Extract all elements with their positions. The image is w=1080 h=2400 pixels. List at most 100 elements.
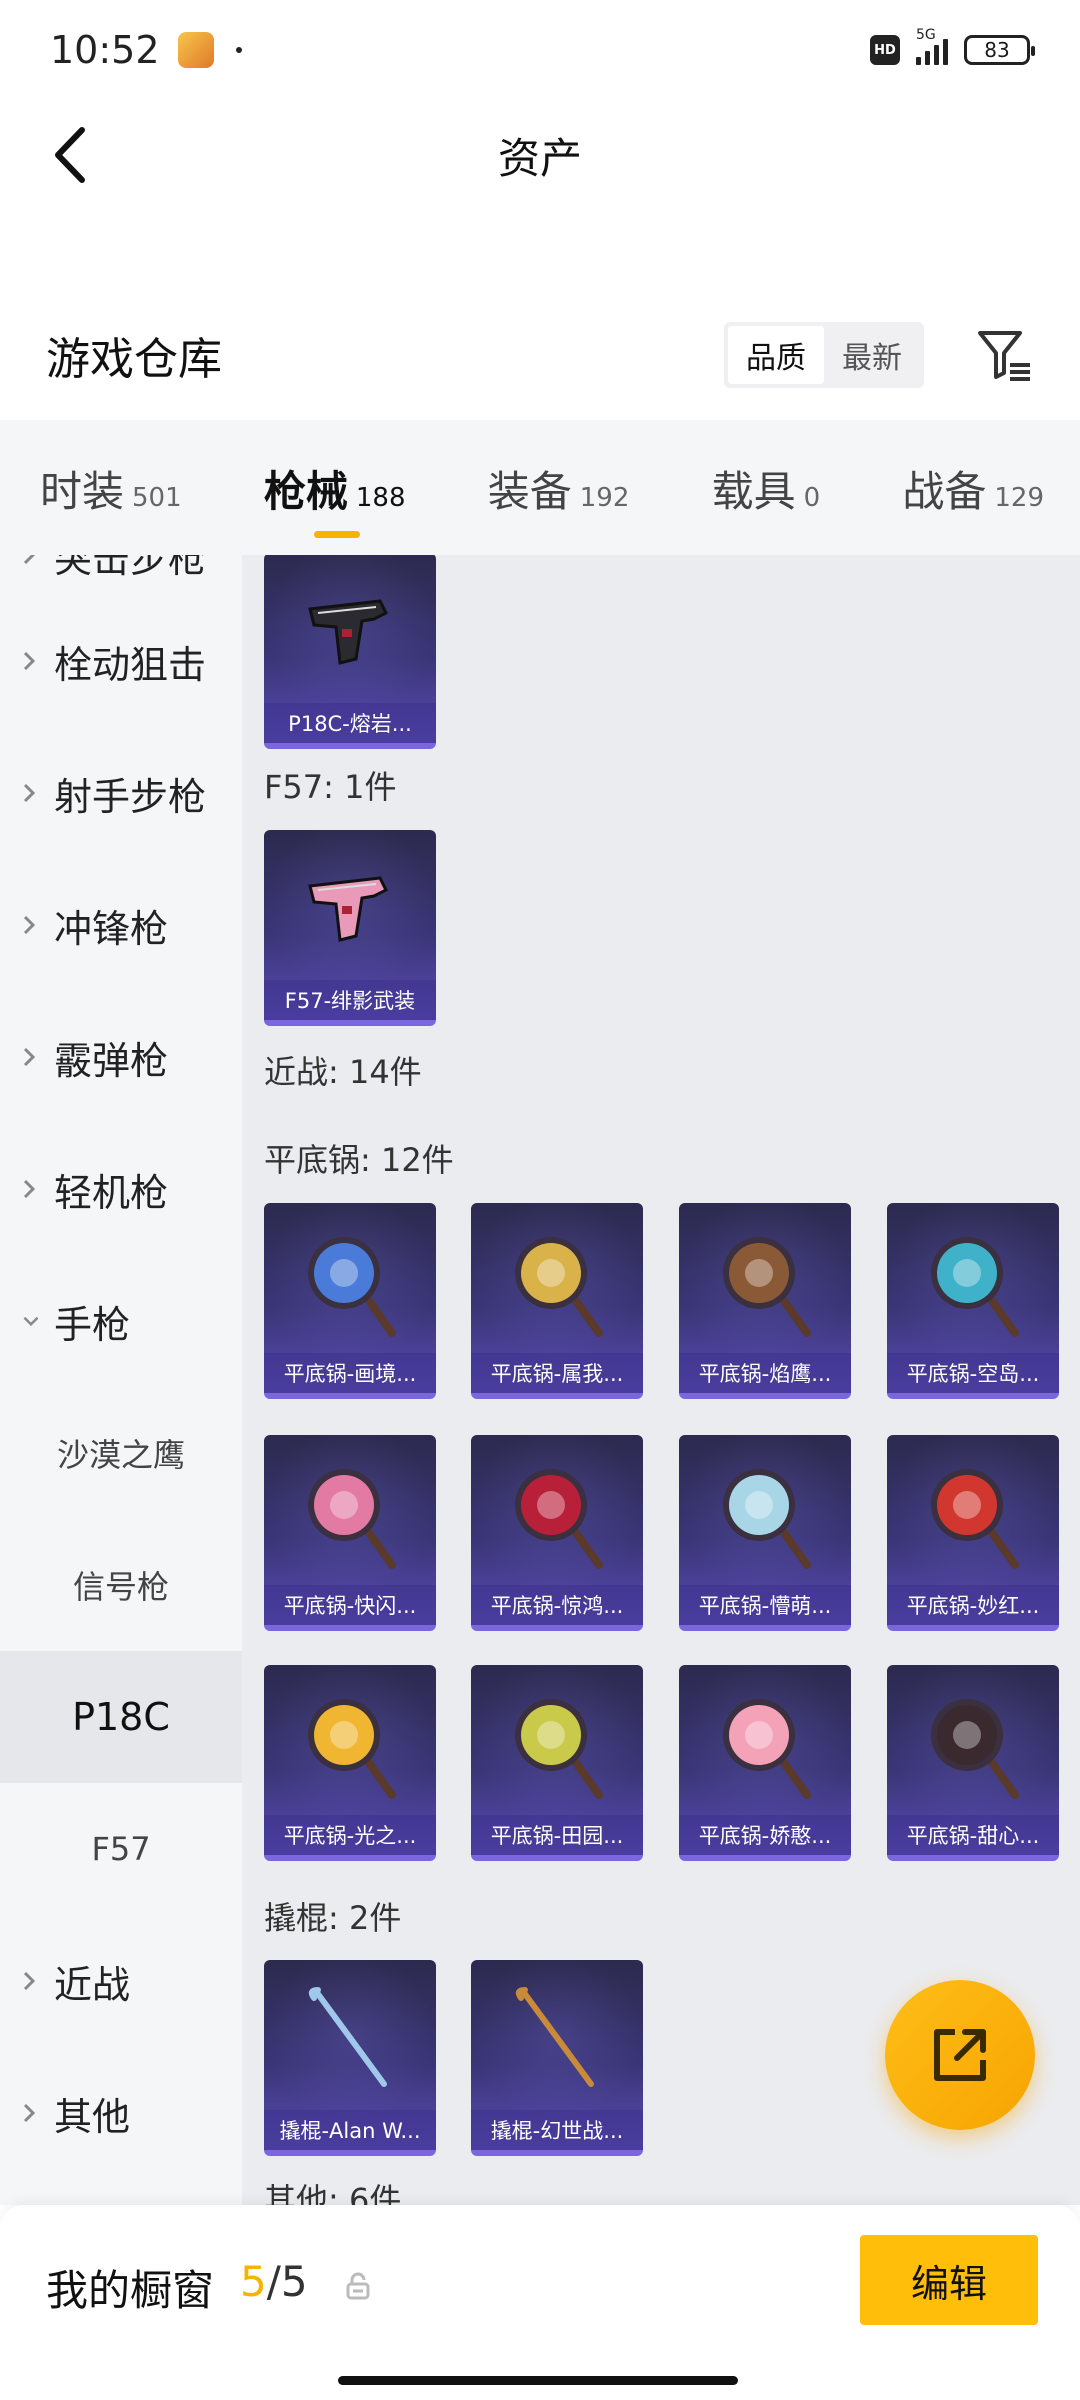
item-card[interactable]: 平底锅-惊鸿...	[471, 1435, 643, 1631]
sidebar-item-marksman-rifle[interactable]: 射手步枪	[0, 727, 242, 859]
sidebar-item-label: 栓动狙击	[54, 642, 207, 687]
pan-icon	[923, 1461, 1023, 1571]
pan-icon	[923, 1229, 1023, 1339]
sort-latest-button[interactable]: 最新	[824, 326, 920, 384]
item-card-label: 平底锅-娇憨...	[679, 1815, 851, 1855]
sort-quality-button[interactable]: 品质	[728, 326, 824, 384]
item-card-label: 平底锅-属我...	[471, 1353, 643, 1393]
chevron-right-icon	[22, 2102, 40, 2124]
tab-equipment[interactable]: 装备 192	[488, 458, 630, 518]
item-card[interactable]: 平底锅-甜心...	[887, 1665, 1059, 1861]
sidebar-item-smg[interactable]: 冲锋枪	[0, 859, 242, 991]
chevron-right-icon	[22, 1178, 40, 1200]
showcase-separator: /	[266, 2257, 281, 2306]
group-label: F57: 1件	[264, 768, 397, 806]
sidebar-item-label: P18C	[72, 1695, 170, 1739]
showcase-bar: 我的橱窗 5/5 编辑	[0, 2205, 1080, 2400]
sidebar-item-label: 射手步枪	[54, 774, 207, 819]
sidebar-item-bolt-sniper[interactable]: 栓动狙击	[0, 595, 242, 727]
status-time: 10:52	[50, 28, 160, 72]
notification-dot-icon	[235, 47, 242, 53]
tab-label: 载具	[711, 466, 796, 516]
chevron-right-icon	[22, 555, 40, 566]
chevron-down-icon	[22, 1314, 40, 1328]
item-card-label: 平底锅-空岛...	[887, 1353, 1059, 1393]
item-card[interactable]: 平底锅-快闪...	[264, 1435, 436, 1631]
tab-count: 0	[803, 482, 821, 513]
crowbar-icon	[507, 1986, 607, 2096]
chevron-right-icon	[22, 782, 40, 804]
item-card[interactable]: 平底锅-田园...	[471, 1665, 643, 1861]
tab-fashion[interactable]: 时装 501	[40, 458, 182, 518]
tab-count: 501	[132, 482, 182, 513]
tab-supplies[interactable]: 战备 129	[902, 458, 1044, 518]
weapon-category-sidebar: 突击步枪 栓动狙击 射手步枪 冲锋枪 霰弹枪 轻机枪 手枪 沙漠之鹰 信号枪 P…	[0, 555, 242, 2205]
status-bar: 10:52 HD 5G 83	[0, 0, 1080, 100]
edit-button[interactable]: 编辑	[860, 2235, 1038, 2325]
item-card[interactable]: 平底锅-娇憨...	[679, 1665, 851, 1861]
tab-count: 188	[355, 482, 406, 513]
item-card[interactable]: F57-绯影武装	[264, 830, 436, 1026]
item-card[interactable]: 撬棍-幻世战...	[471, 1960, 643, 2156]
crowbar-icon	[300, 1986, 400, 2096]
tab-label: 装备	[487, 466, 572, 516]
pistol-icon	[300, 579, 400, 689]
sidebar-subitem-f57[interactable]: F57	[0, 1783, 242, 1915]
item-card[interactable]: 平底锅-属我...	[471, 1203, 643, 1399]
item-card-label: 撬棍-Alan W...	[264, 2110, 436, 2150]
group-label: 其他: 6件	[264, 2181, 402, 2205]
sidebar-item-label: 突击步枪	[54, 555, 207, 581]
showcase-total: 5	[280, 2257, 308, 2306]
item-grid-area: P18C-熔岩... F57: 1件 F57-绯影武装 近战: 14件 平底锅: 12件…	[242, 555, 1080, 2205]
tab-vehicles[interactable]: 载具 0	[712, 458, 821, 518]
sidebar-item-other[interactable]: 其他	[0, 2047, 242, 2179]
section-title: 游戏仓库	[46, 334, 222, 385]
sidebar-item-pistol[interactable]: 手枪	[0, 1255, 242, 1387]
item-card[interactable]: 平底锅-光之...	[264, 1665, 436, 1861]
item-card[interactable]: 平底锅-画境...	[264, 1203, 436, 1399]
tab-label: 枪械	[263, 466, 348, 516]
share-icon	[934, 2029, 986, 2081]
pan-icon	[300, 1461, 400, 1571]
sidebar-item-shotgun[interactable]: 霰弹枪	[0, 991, 242, 1123]
sidebar-subitem-flare-gun[interactable]: 信号枪	[0, 1519, 242, 1651]
item-card[interactable]: 平底锅-空岛...	[887, 1203, 1059, 1399]
item-card-label: 平底锅-快闪...	[264, 1585, 436, 1625]
pan-icon	[507, 1461, 607, 1571]
pan-icon	[300, 1691, 400, 1801]
item-card[interactable]: 平底锅-焰鹰...	[679, 1203, 851, 1399]
item-card-label: 平底锅-甜心...	[887, 1815, 1059, 1855]
item-card[interactable]: 平底锅-妙红...	[887, 1435, 1059, 1631]
sidebar-item-label: 沙漠之鹰	[56, 1436, 185, 1474]
sidebar-item-melee[interactable]: 近战	[0, 1915, 242, 2047]
sidebar-subitem-p18c[interactable]: P18C	[0, 1651, 242, 1783]
sidebar-item-label: 信号枪	[72, 1568, 169, 1606]
back-button[interactable]	[40, 122, 100, 188]
home-indicator[interactable]	[338, 2376, 738, 2385]
item-card[interactable]: P18C-熔岩...	[264, 555, 436, 749]
chevron-right-icon	[22, 1970, 40, 1992]
pistol-icon	[300, 856, 400, 966]
hd-icon: HD	[870, 35, 900, 65]
item-card-label: 平底锅-焰鹰...	[679, 1353, 851, 1393]
item-card-label: F57-绯影武装	[264, 980, 436, 1020]
item-card[interactable]: 平底锅-懵萌...	[679, 1435, 851, 1631]
share-fab-button[interactable]	[885, 1980, 1035, 2130]
item-card-label: 平底锅-懵萌...	[679, 1585, 851, 1625]
sidebar-subitem-desert-eagle[interactable]: 沙漠之鹰	[0, 1387, 242, 1519]
pan-icon	[715, 1691, 815, 1801]
item-card-label: 平底锅-妙红...	[887, 1585, 1059, 1625]
showcase-current: 5	[240, 2257, 267, 2306]
sidebar-item-label: 手枪	[54, 1302, 131, 1347]
group-label: 撬棍: 2件	[264, 1899, 402, 1937]
item-card-label: 撬棍-幻世战...	[471, 2110, 643, 2150]
filter-icon	[978, 331, 1030, 381]
network-type: 5G	[916, 27, 936, 43]
tab-weapons[interactable]: 枪械 188	[263, 458, 406, 538]
group-label: 平底锅: 12件	[264, 1141, 454, 1179]
sidebar-item-label: 近战	[54, 1962, 131, 2007]
sidebar-item-lmg[interactable]: 轻机枪	[0, 1123, 242, 1255]
filter-button[interactable]	[974, 325, 1034, 385]
item-card[interactable]: 撬棍-Alan W...	[264, 1960, 436, 2156]
pan-icon	[507, 1691, 607, 1801]
